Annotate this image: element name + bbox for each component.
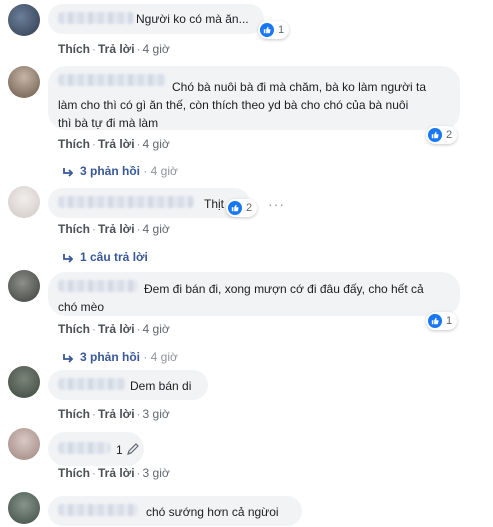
- comment-actions: Thích · Trả lời · 4 giờ: [58, 42, 170, 56]
- reaction-count[interactable]: 1: [258, 21, 290, 39]
- comment-text: chó sướng hơn cả ngừoi: [146, 505, 279, 519]
- avatar[interactable]: [8, 492, 40, 524]
- comment-actions: Thích · Trả lời · 4 giờ: [58, 322, 170, 336]
- comment-actions: Thích · Trả lời · 3 giờ: [58, 407, 170, 421]
- reply-link[interactable]: Trả lời: [98, 222, 135, 236]
- reply-link[interactable]: Trả lời: [98, 137, 135, 151]
- thumbs-up-icon: [428, 128, 442, 142]
- timestamp[interactable]: 3 giờ: [143, 407, 170, 421]
- more-options-icon[interactable]: ···: [268, 196, 285, 212]
- timestamp[interactable]: 4 giờ: [143, 322, 170, 336]
- author-name[interactable]: [58, 378, 126, 390]
- thumbs-up-icon: [428, 314, 442, 328]
- like-link[interactable]: Thích: [58, 137, 90, 151]
- comment-actions: Thích · Trả lời · 3 giờ: [58, 466, 170, 480]
- comment-actions: Thích · Trả lời · 4 giờ: [58, 137, 170, 151]
- reaction-count[interactable]: 1: [426, 312, 458, 330]
- timestamp[interactable]: 3 giờ: [143, 466, 170, 480]
- reaction-count[interactable]: 2: [226, 199, 258, 217]
- like-link[interactable]: Thích: [58, 322, 90, 336]
- reply-link[interactable]: Trả lời: [98, 42, 135, 56]
- like-link[interactable]: Thích: [58, 407, 90, 421]
- thumbs-up-icon: [260, 23, 274, 37]
- avatar[interactable]: [8, 366, 40, 398]
- timestamp[interactable]: 4 giờ: [143, 42, 170, 56]
- avatar[interactable]: [8, 4, 40, 36]
- avatar[interactable]: [8, 66, 40, 98]
- author-name[interactable]: [58, 504, 138, 516]
- like-link[interactable]: Thích: [58, 222, 90, 236]
- avatar[interactable]: [8, 270, 40, 302]
- author-name[interactable]: [58, 196, 194, 208]
- timestamp[interactable]: 4 giờ: [143, 222, 170, 236]
- avatar[interactable]: [8, 428, 40, 460]
- reply-arrow-icon: [63, 254, 74, 263]
- view-replies-link[interactable]: 3 phản hồi · 4 giờ: [62, 164, 178, 178]
- thumbs-up-icon: [228, 201, 242, 215]
- reply-link[interactable]: Trả lời: [98, 466, 135, 480]
- avatar[interactable]: [8, 186, 40, 218]
- pencil-icon: [127, 443, 139, 455]
- timestamp[interactable]: 4 giờ: [143, 137, 170, 151]
- like-link[interactable]: Thích: [58, 42, 90, 56]
- author-name[interactable]: [58, 12, 134, 24]
- like-link[interactable]: Thích: [58, 466, 90, 480]
- comment-text: Người ko có mà ăn...: [136, 12, 249, 26]
- reply-arrow-icon: [63, 168, 74, 177]
- comment-text: Thịt: [204, 197, 225, 211]
- comment-text: 1: [116, 443, 123, 457]
- view-replies-link[interactable]: 1 câu trả lời: [62, 250, 148, 264]
- author-name[interactable]: [58, 442, 110, 454]
- reaction-count[interactable]: 2: [426, 126, 458, 144]
- reply-link[interactable]: Trả lời: [98, 407, 135, 421]
- reply-arrow-icon: [63, 354, 74, 363]
- comment-text: Đem đi bán đi, xong mượn cớ đi đâu đấy, …: [58, 282, 424, 314]
- reply-link[interactable]: Trả lời: [98, 322, 135, 336]
- comment-actions: Thích · Trả lời · 4 giờ: [58, 222, 170, 236]
- comment-text: Chó bà nuôi bà đi mà chăm, bà ko làm ngư…: [58, 80, 427, 130]
- view-replies-link[interactable]: 3 phản hồi · 4 giờ: [62, 350, 178, 364]
- comment-text: Dem bán di: [130, 379, 192, 393]
